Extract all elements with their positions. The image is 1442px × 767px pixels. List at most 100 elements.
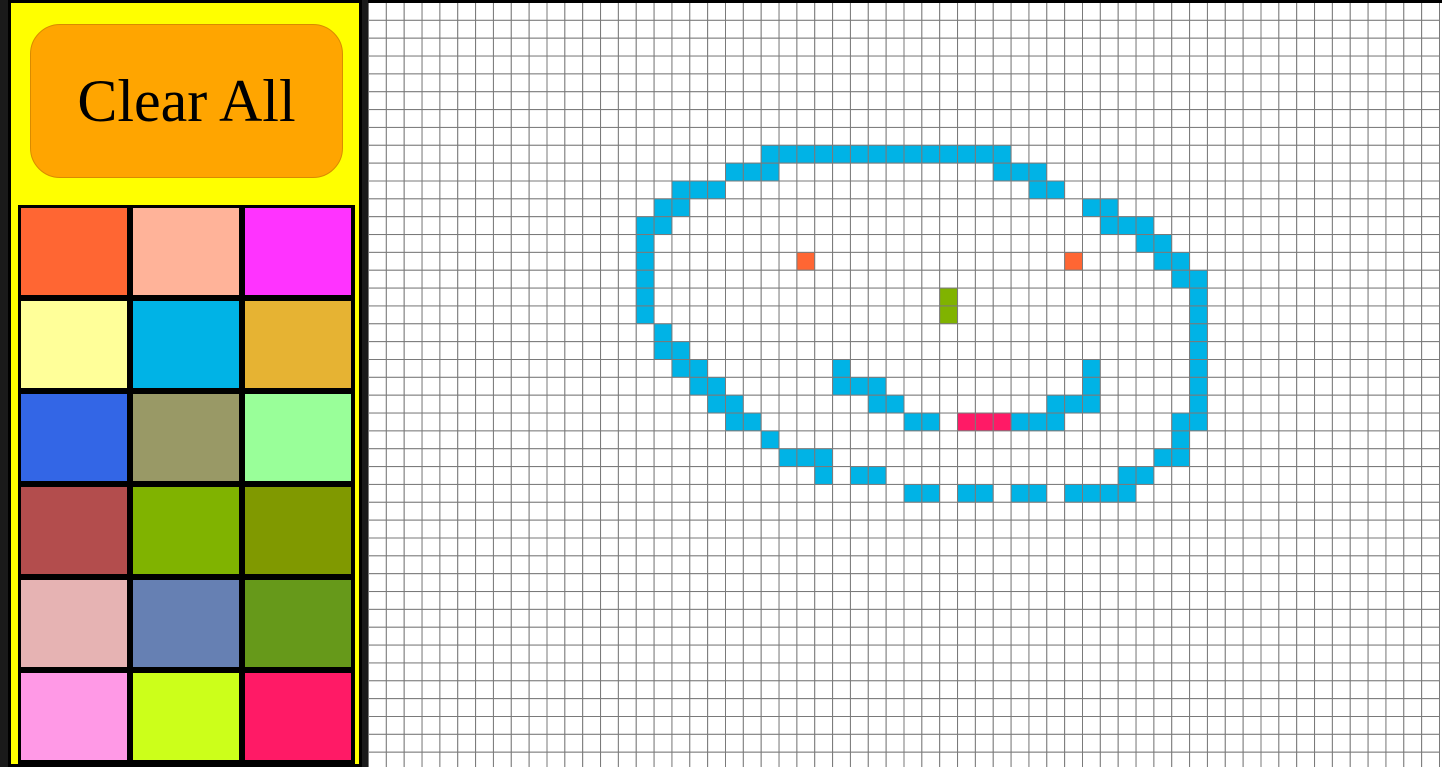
grid-cell[interactable]: [617, 537, 637, 557]
grid-cell[interactable]: [832, 91, 851, 111]
grid-cell[interactable]: [885, 430, 905, 450]
grid-cell[interactable]: [1010, 448, 1030, 468]
grid-cell[interactable]: [1153, 3, 1173, 21]
grid-cell[interactable]: [1385, 144, 1405, 164]
grid-cell[interactable]: [1010, 394, 1030, 414]
grid-cell[interactable]: [368, 555, 387, 575]
grid-cell[interactable]: [1117, 698, 1137, 718]
grid-cell[interactable]: [921, 198, 941, 218]
grid-cell[interactable]: [867, 216, 887, 236]
grid-cell[interactable]: [475, 144, 494, 164]
grid-cell[interactable]: [1278, 359, 1298, 378]
grid-cell[interactable]: [1046, 662, 1066, 682]
grid-cell[interactable]: [849, 644, 869, 664]
grid-cell[interactable]: [1367, 733, 1387, 753]
grid-cell[interactable]: [1385, 466, 1405, 485]
grid-cell[interactable]: [867, 412, 887, 432]
grid-cell[interactable]: [814, 501, 834, 521]
grid-cell[interactable]: [368, 269, 387, 289]
grid-cell[interactable]: [1206, 162, 1226, 182]
grid-cell[interactable]: [1260, 626, 1280, 646]
grid-cell[interactable]: [1349, 251, 1369, 271]
grid-cell[interactable]: [957, 55, 976, 75]
grid-cell[interactable]: [1099, 162, 1119, 182]
painted-cell[interactable]: [849, 466, 869, 485]
grid-cell[interactable]: [921, 519, 941, 539]
grid-cell[interactable]: [368, 662, 387, 682]
grid-cell[interactable]: [1117, 109, 1137, 128]
grid-cell[interactable]: [1064, 716, 1084, 735]
grid-cell[interactable]: [903, 733, 923, 753]
grid-cell[interactable]: [939, 430, 959, 450]
grid-cell[interactable]: [528, 626, 548, 646]
grid-cell[interactable]: [582, 73, 602, 93]
grid-cell[interactable]: [796, 501, 816, 521]
grid-cell[interactable]: [671, 305, 691, 325]
grid-cell[interactable]: [867, 305, 887, 325]
grid-cell[interactable]: [635, 3, 655, 21]
grid-cell[interactable]: [1046, 73, 1066, 93]
grid-cell[interactable]: [814, 3, 834, 21]
painted-cell[interactable]: [707, 394, 726, 414]
grid-cell[interactable]: [1153, 716, 1173, 735]
grid-cell[interactable]: [368, 644, 387, 664]
grid-cell[interactable]: [1099, 234, 1119, 253]
painted-cell[interactable]: [1117, 216, 1137, 236]
grid-cell[interactable]: [1117, 19, 1137, 39]
grid-cell[interactable]: [1314, 751, 1333, 767]
grid-cell[interactable]: [439, 573, 459, 593]
grid-cell[interactable]: [707, 91, 726, 111]
grid-cell[interactable]: [1331, 519, 1351, 539]
grid-cell[interactable]: [1082, 448, 1101, 468]
painted-cell[interactable]: [760, 162, 780, 182]
grid-cell[interactable]: [582, 394, 602, 414]
grid-cell[interactable]: [778, 698, 798, 718]
grid-cell[interactable]: [1206, 412, 1226, 432]
grid-cell[interactable]: [1278, 573, 1298, 593]
grid-cell[interactable]: [635, 733, 655, 753]
grid-cell[interactable]: [832, 716, 851, 735]
grid-cell[interactable]: [368, 394, 387, 414]
grid-cell[interactable]: [725, 251, 744, 271]
grid-cell[interactable]: [1028, 501, 1048, 521]
grid-cell[interactable]: [1349, 698, 1369, 718]
grid-cell[interactable]: [814, 555, 834, 575]
grid-cell[interactable]: [1367, 573, 1387, 593]
grid-cell[interactable]: [903, 234, 923, 253]
grid-cell[interactable]: [1028, 466, 1048, 485]
grid-cell[interactable]: [742, 698, 762, 718]
grid-cell[interactable]: [1153, 555, 1173, 575]
grid-cell[interactable]: [492, 359, 512, 378]
grid-cell[interactable]: [957, 466, 976, 485]
grid-cell[interactable]: [849, 448, 869, 468]
grid-cell[interactable]: [885, 269, 905, 289]
grid-cell[interactable]: [671, 430, 691, 450]
grid-cell[interactable]: [796, 644, 816, 664]
painted-cell[interactable]: [903, 412, 923, 432]
grid-cell[interactable]: [939, 269, 959, 289]
grid-cell[interactable]: [600, 216, 619, 236]
grid-cell[interactable]: [903, 519, 923, 539]
grid-cell[interactable]: [1403, 466, 1423, 485]
grid-cell[interactable]: [492, 680, 512, 700]
grid-cell[interactable]: [1403, 37, 1423, 57]
grid-cell[interactable]: [671, 3, 691, 21]
painted-cell[interactable]: [832, 359, 851, 378]
grid-cell[interactable]: [1064, 109, 1084, 128]
grid-cell[interactable]: [992, 251, 1012, 271]
grid-cell[interactable]: [1206, 269, 1226, 289]
grid-cell[interactable]: [1064, 662, 1084, 682]
painted-cell[interactable]: [671, 180, 691, 200]
grid-cell[interactable]: [439, 162, 459, 182]
grid-cell[interactable]: [368, 287, 387, 307]
grid-cell[interactable]: [439, 608, 459, 628]
grid-cell[interactable]: [1206, 626, 1226, 646]
grid-cell[interactable]: [992, 483, 1012, 503]
grid-cell[interactable]: [974, 3, 994, 21]
grid-cell[interactable]: [1349, 37, 1369, 57]
grid-cell[interactable]: [974, 251, 994, 271]
grid-cell[interactable]: [742, 483, 762, 503]
grid-cell[interactable]: [528, 483, 548, 503]
grid-cell[interactable]: [707, 591, 726, 610]
grid-cell[interactable]: [1314, 73, 1333, 93]
